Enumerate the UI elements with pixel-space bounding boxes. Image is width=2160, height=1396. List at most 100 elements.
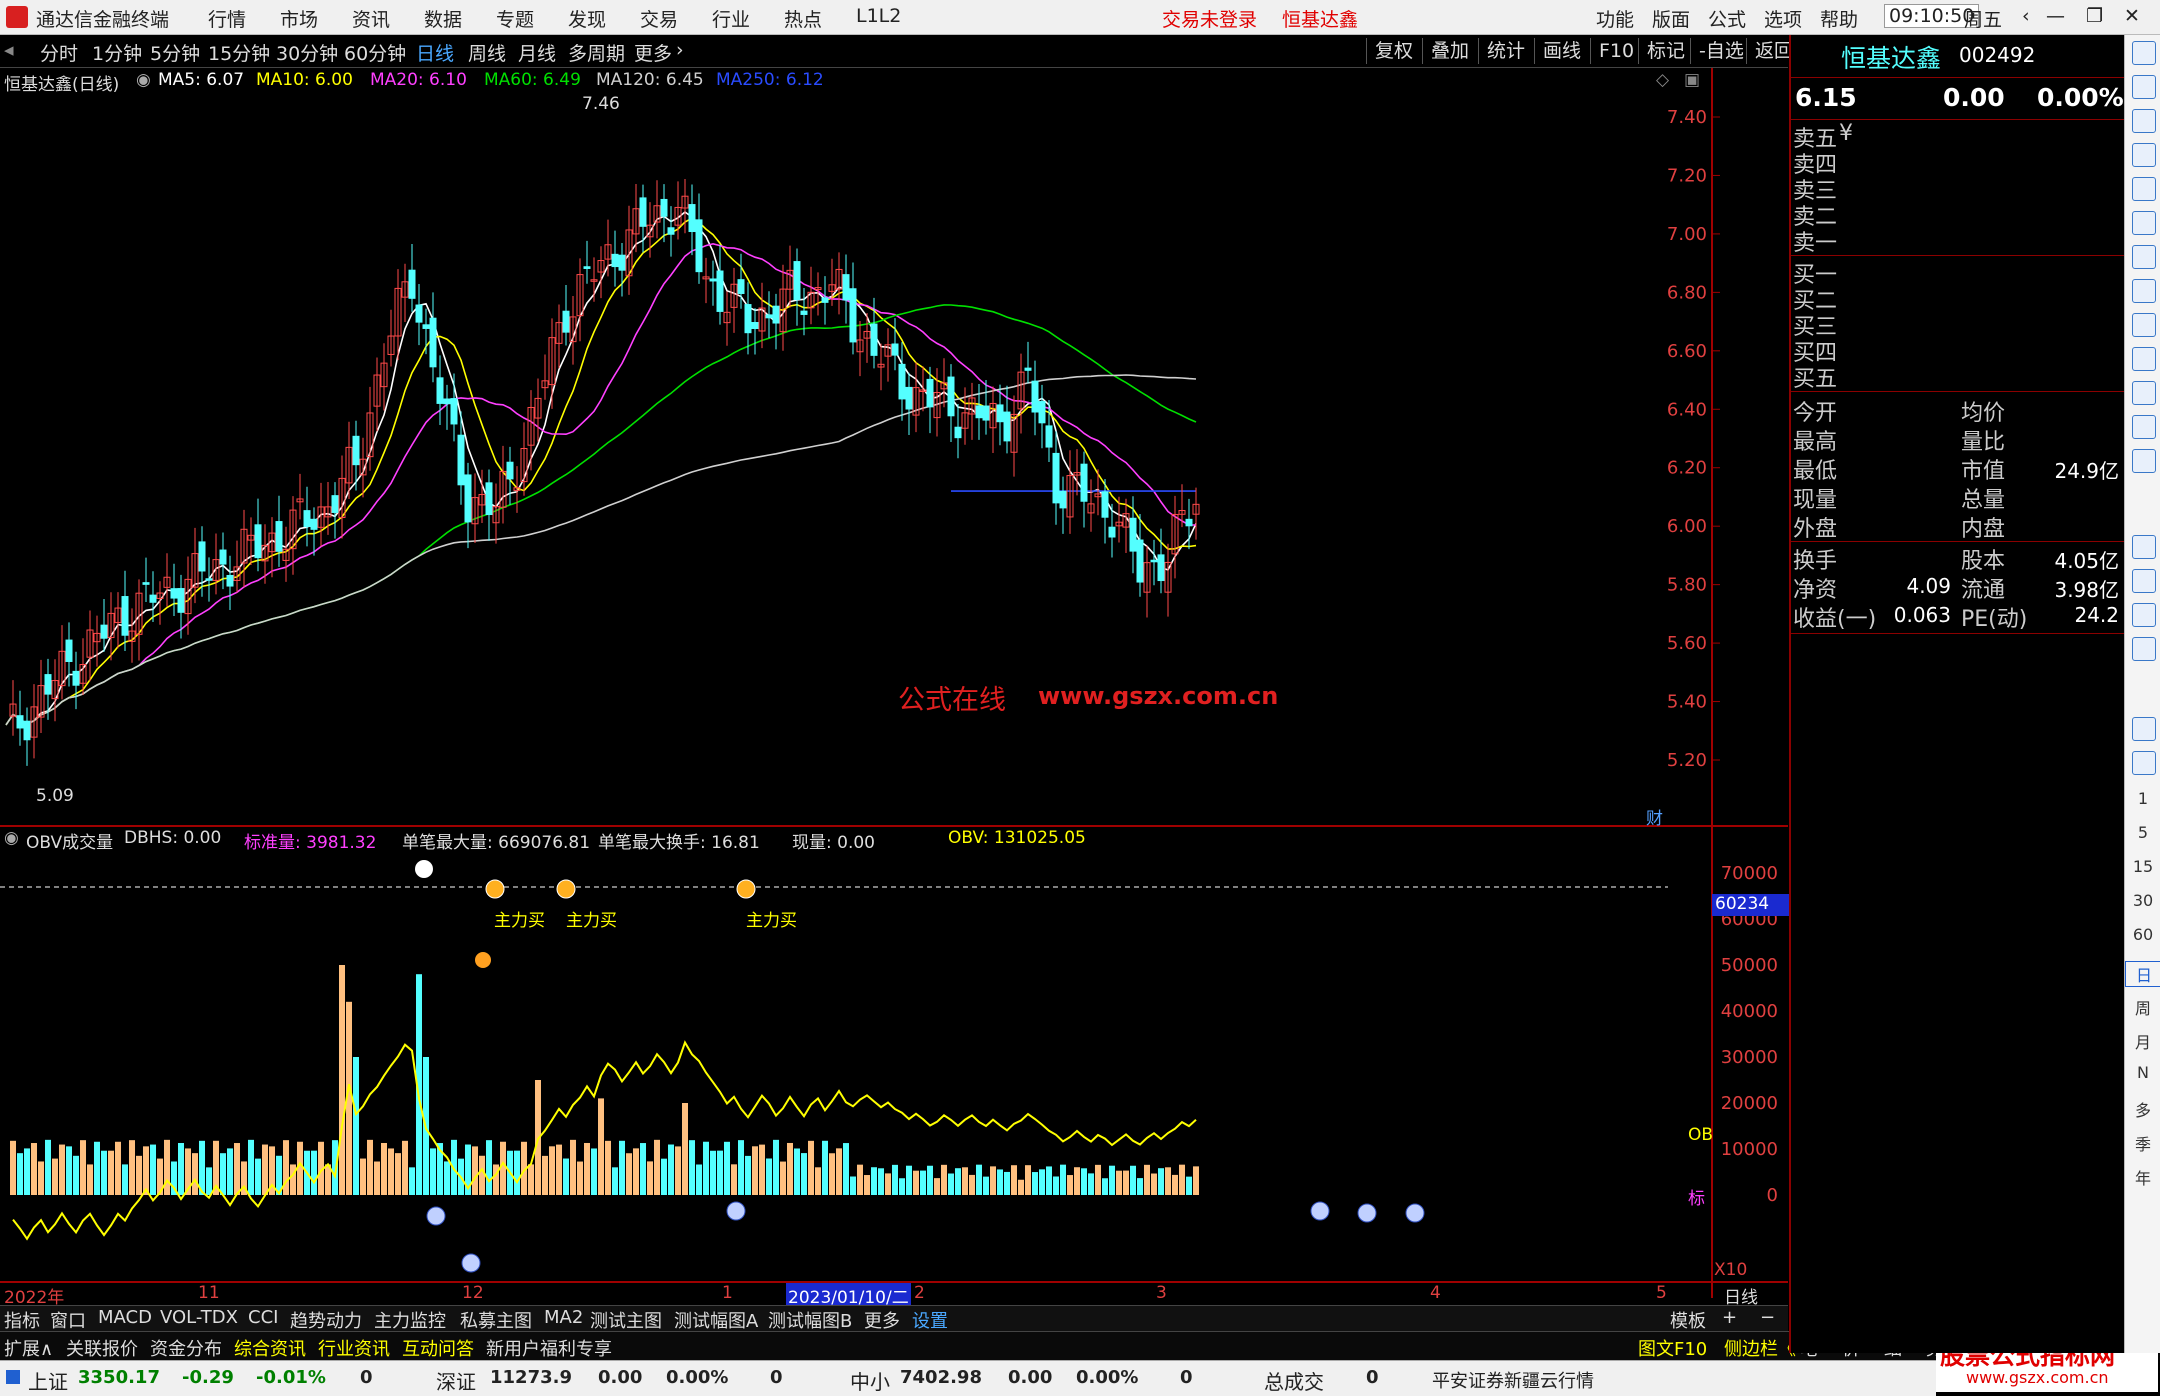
period-multi[interactable]: 多周期 [568,39,625,66]
tab-kuozhan[interactable]: 扩展∧ [4,1335,53,1361]
pen-icon[interactable] [2132,637,2156,661]
up-arrow-icon[interactable] [2132,75,2156,99]
btn-fuquan[interactable]: 复权 [1366,38,1421,64]
side-period-year[interactable]: 年 [2125,1165,2160,1189]
sub-settings-icon[interactable]: ◉ [4,828,19,848]
side-period-day[interactable]: 日 [2125,961,2160,987]
menu-xuanxiang[interactable]: 选项 [1764,5,1802,32]
side-period-n[interactable]: N [2125,1063,2160,1082]
tab-zonghe[interactable]: 综合资讯 [234,1335,306,1361]
menu-hangye[interactable]: 行业 [712,5,750,32]
btn-diejia[interactable]: 叠加 [1422,38,1477,64]
period-1min[interactable]: 1分钟 [92,39,142,66]
side-period-month[interactable]: 月 [2125,1029,2160,1053]
quote-list-icon[interactable] [2132,143,2156,167]
period-fenshi[interactable]: 分时 [40,39,78,66]
maximize-icon[interactable]: ❐ [2086,5,2103,27]
list-icon[interactable] [2132,381,2156,405]
side-period-1[interactable]: 1 [2125,789,2160,808]
tab-ceshi-b[interactable]: 测试幅图B [768,1307,852,1333]
menu-hangqing[interactable]: 行情 [208,5,246,32]
menu-zhuanti[interactable]: 专题 [496,5,534,32]
f10-icon[interactable] [2132,313,2156,337]
kline-chart[interactable]: 7.40 7.20 7.00 6.80 6.60 6.40 6.20 6.00 5.80 5.60… [0,68,1788,1298]
buy-5[interactable]: 买五 [1793,361,1837,393]
tab-zijin[interactable]: 资金分布 [150,1335,222,1361]
back-arrow-icon[interactable]: ‹ [2022,5,2030,27]
collapse-left-icon[interactable] [2132,41,2156,65]
tab-macd[interactable]: MACD [98,1307,152,1328]
collapse-icon[interactable]: ◂ [4,39,14,61]
menu-jiaoyi[interactable]: 交易 [640,5,678,32]
down-arrow-icon[interactable] [2132,109,2156,133]
menu-shichang[interactable]: 市场 [280,5,318,32]
btn-tongji[interactable]: 统计 [1478,38,1533,64]
period-15min[interactable]: 15分钟 [208,39,270,66]
tab-xinyonghu[interactable]: 新用户福利专享 [486,1335,612,1361]
side-period-5[interactable]: 5 [2125,823,2160,842]
rsi-icon[interactable] [2132,569,2156,593]
side-period-week[interactable]: 周 [2125,995,2160,1019]
grid-icon[interactable] [2132,347,2156,371]
fs-tick-icon[interactable] [2132,717,2156,741]
period-daily[interactable]: 日线 [416,39,454,66]
tab-cci[interactable]: CCI [248,1307,278,1328]
menu-gongshi[interactable]: 公式 [1708,5,1746,32]
cai-label[interactable]: 财 [1646,804,1663,829]
sell-1[interactable]: 卖一 [1793,225,1837,257]
tab-qushi[interactable]: 趋势动力 [290,1307,362,1333]
btn-tuwen-f10[interactable]: 图文F10 [1638,1335,1707,1361]
vol-scale[interactable]: X10 [1714,1260,1747,1280]
period-5min[interactable]: 5分钟 [150,39,200,66]
side-period-quarter[interactable]: 季 [2125,1131,2160,1155]
tab-hangye-zx[interactable]: 行业资讯 [318,1335,390,1361]
period-weekly[interactable]: 周线 [468,39,506,66]
tab-more[interactable]: 更多 [864,1307,900,1333]
table-icon[interactable] [2132,177,2156,201]
minimize-icon[interactable]: — [2046,5,2065,27]
close-icon[interactable]: ✕ [2124,5,2140,27]
kline-icon[interactable] [2132,245,2156,269]
menu-gongneng[interactable]: 功能 [1596,5,1634,32]
chevron-right-icon[interactable]: › [676,39,684,61]
sz-name[interactable]: 深证 [436,1366,476,1395]
menu-shuju[interactable]: 数据 [424,5,462,32]
tab-zhibiao[interactable]: 指标 [4,1307,40,1333]
btn-sidebar[interactable]: 侧边栏《 [1724,1335,1796,1361]
menu-l1l2[interactable]: L1L2 [856,5,901,27]
btn-f10[interactable]: F10 [1590,38,1642,64]
menu-bangzhu[interactable]: 帮助 [1820,5,1858,32]
menu-faxian[interactable]: 发现 [568,5,606,32]
chart-switch-icon[interactable] [2132,751,2156,775]
menu-zixun[interactable]: 资讯 [352,5,390,32]
period-60min[interactable]: 60分钟 [344,39,406,66]
period-more[interactable]: 更多 [634,39,672,66]
tab-simu[interactable]: 私募主图 [460,1307,532,1333]
login-status[interactable]: 交易未登录 [1162,5,1257,32]
line-chart-icon[interactable] [2132,211,2156,235]
tab-zhuli[interactable]: 主力监控 [374,1307,446,1333]
btn-zixuan[interactable]: -自选 [1690,38,1752,64]
side-period-60[interactable]: 60 [2125,925,2160,944]
template-button[interactable]: 模板 [1670,1307,1706,1333]
tab-vol-tdx[interactable]: VOL-TDX [160,1307,238,1328]
zx-name[interactable]: 中小 [850,1366,890,1395]
menu-redian[interactable]: 热点 [784,5,822,32]
tab-ceshi-zhu[interactable]: 测试主图 [590,1307,662,1333]
tab-settings[interactable]: 设置 [912,1307,948,1333]
move-icon[interactable] [2132,603,2156,627]
fs-icon[interactable] [2132,415,2156,439]
side-period-15[interactable]: 15 [2125,857,2160,876]
period-monthly[interactable]: 月线 [518,39,556,66]
zoom-in-button[interactable]: + [1722,1307,1737,1328]
tab-hudong[interactable]: 互动问答 [402,1335,474,1361]
menu-banmian[interactable]: 版面 [1652,5,1690,32]
zoom-out-button[interactable]: − [1760,1307,1775,1328]
tab-ceshi-a[interactable]: 测试幅图A [674,1307,758,1333]
sh-name[interactable]: 上证 [28,1366,68,1395]
tab-ma2[interactable]: MA2 [544,1307,583,1328]
side-period-multi[interactable]: 多 [2125,1097,2160,1121]
btn-biaoji[interactable]: 标记 [1638,38,1693,64]
macd-icon[interactable] [2132,535,2156,559]
side-period-30[interactable]: 30 [2125,891,2160,910]
